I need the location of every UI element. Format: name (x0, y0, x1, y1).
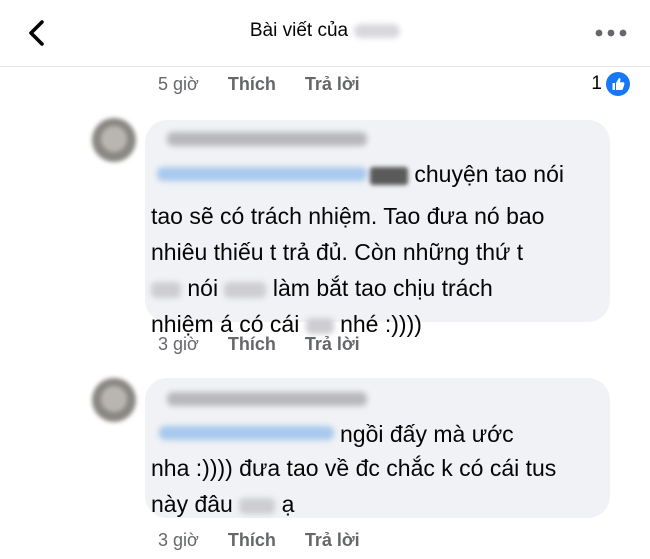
top-bar: Bài viết của (0, 0, 650, 67)
comment-text: làm bắt tao chịu trách (272, 275, 493, 301)
comment-meta-row: 5 giờ Thích Trả lời (158, 74, 360, 95)
redacted-word (151, 281, 181, 298)
page-title-text: Bài viết của (249, 20, 349, 41)
comment-text-line: này đâu ạ (151, 486, 294, 522)
comment-text-line: ngồi đấy mà ước (340, 421, 514, 447)
comment-bubble: ngồi đấy mà ước nha :)))) đưa tao về đc … (145, 378, 610, 518)
comment-time: 3 giờ (158, 334, 199, 354)
reply-link[interactable]: Trả lời (305, 74, 360, 94)
like-link[interactable]: Thích (228, 530, 276, 550)
redacted-word (239, 497, 276, 514)
comment-meta-row: 3 giờ Thích Trả lời (158, 530, 360, 551)
comment-text-line: tao sẽ có trách nhiệm. Tao đưa nó bao (151, 203, 545, 229)
reaction-count: 1 (591, 73, 602, 94)
more-horizontal-icon[interactable] (594, 24, 628, 42)
redacted-word (305, 317, 334, 334)
comment-time: 3 giờ (158, 530, 199, 550)
comment-text-line: chuyện tao nói (370, 156, 564, 192)
comment-meta-row: 3 giờ Thích Trả lời (158, 334, 360, 355)
redacted-word (370, 166, 408, 185)
comment-text: chuyện tao nói (414, 161, 565, 187)
page-title: Bài viết của (0, 20, 650, 42)
like-link[interactable]: Thích (228, 334, 276, 354)
like-link[interactable]: Thích (228, 74, 276, 94)
redacted-mention (157, 167, 367, 181)
avatar[interactable] (92, 118, 136, 162)
redacted-commenter-name (167, 392, 367, 406)
comment-bubble: chuyện tao nói tao sẽ có trách nhiệm. Ta… (145, 120, 610, 337)
reaction-summary[interactable]: 1 (591, 72, 630, 96)
reply-link[interactable]: Trả lời (305, 334, 360, 354)
redacted-commenter-name (167, 132, 367, 146)
avatar[interactable] (92, 378, 136, 422)
comment-text-line: nói làm bắt tao chịu trách (151, 270, 493, 306)
comment-text: ạ (281, 491, 295, 517)
comment-text-line: nha :)))) đưa tao về đc chắc k có cái tu… (151, 455, 557, 481)
reply-link[interactable]: Trả lời (305, 530, 360, 550)
comment-text: nói (187, 275, 219, 301)
redacted-name (354, 23, 401, 38)
comment-text: này đâu (151, 491, 233, 517)
comment-time: 5 giờ (158, 74, 199, 94)
redacted-mention (159, 426, 334, 440)
redacted-word (224, 281, 267, 298)
comment-text-line: nhiêu thiếu t trả đủ. Còn những thứ t (151, 239, 524, 265)
like-reaction-icon (606, 72, 630, 96)
